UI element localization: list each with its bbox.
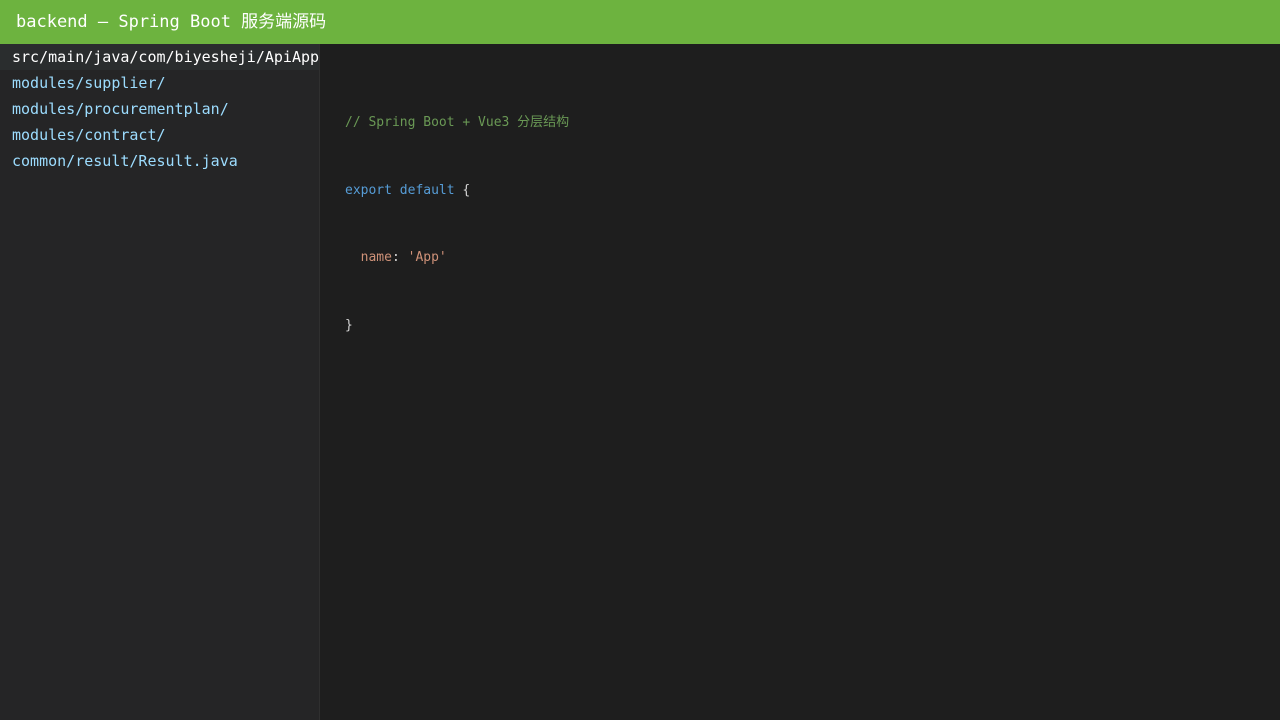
code-line-3: name: 'App': [345, 247, 569, 270]
code-line-1: // Spring Boot + Vue3 分层结构: [345, 112, 569, 135]
code-open-brace: {: [462, 182, 471, 198]
code-keyword-export: export: [345, 182, 392, 198]
code-comment: // Spring Boot + Vue3 分层结构: [345, 115, 570, 130]
code-string-value: 'App': [407, 250, 447, 265]
code-colon: :: [391, 250, 400, 265]
file-item-result-java[interactable]: common/result/Result.java: [0, 148, 319, 174]
code-line-2: export default {: [345, 180, 569, 203]
file-item-supplier[interactable]: modules/supplier/: [0, 70, 319, 96]
code-property-name: name: [360, 250, 392, 265]
window-title: backend — Spring Boot 服务端源码: [0, 0, 1280, 44]
file-item-contract[interactable]: modules/contract/: [0, 122, 319, 148]
file-explorer: src/main/java/com/biyesheji/ApiApplicati…: [0, 44, 320, 720]
code-editor[interactable]: // Spring Boot + Vue3 分层结构 export defaul…: [321, 44, 1280, 720]
code-line-4: }: [345, 315, 569, 338]
code-keyword-default: default: [399, 182, 455, 198]
file-item-procurementplan[interactable]: modules/procurementplan/: [0, 96, 319, 122]
file-item-api-application[interactable]: src/main/java/com/biyesheji/ApiApplicati…: [0, 44, 319, 70]
code-content: // Spring Boot + Vue3 分层结构 export defaul…: [345, 67, 569, 382]
code-close-brace: }: [345, 317, 353, 333]
